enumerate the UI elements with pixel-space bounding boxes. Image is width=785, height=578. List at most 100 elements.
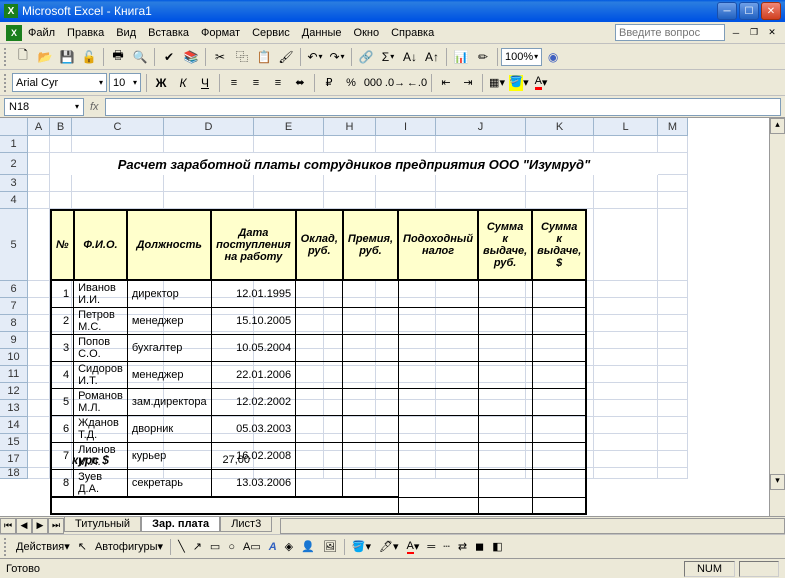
cell[interactable] (436, 136, 526, 153)
toolbar-grip[interactable] (4, 74, 8, 92)
cell[interactable] (72, 175, 164, 192)
row-header[interactable]: 14 (0, 417, 28, 434)
row-header[interactable]: 1 (0, 136, 28, 153)
cell[interactable] (658, 349, 688, 366)
row-header[interactable]: 8 (0, 315, 28, 332)
workbook-icon[interactable]: X (6, 25, 22, 41)
cell[interactable] (658, 451, 688, 468)
cell[interactable] (28, 434, 50, 451)
table-cell[interactable] (478, 362, 532, 389)
table-cell[interactable]: Зуев Д.А. (74, 470, 128, 498)
table-cell[interactable]: Петров М.С. (74, 308, 128, 335)
row-header[interactable]: 11 (0, 366, 28, 383)
tab-last-icon[interactable]: ⏭ (48, 518, 64, 534)
decrease-indent-icon[interactable]: ⇤ (435, 72, 457, 94)
spelling-icon[interactable]: ✔ (158, 46, 180, 68)
cell[interactable] (658, 434, 688, 451)
sheet-tab[interactable]: Зар. плата (141, 517, 220, 532)
diagram-icon[interactable]: ◈ (281, 537, 297, 557)
rectangle-icon[interactable]: ▭ (206, 537, 224, 557)
autosum-icon[interactable]: Σ▾ (377, 46, 399, 68)
table-cell[interactable] (532, 335, 586, 362)
font-color-draw-icon[interactable]: A▾ (403, 537, 424, 557)
table-cell[interactable] (398, 280, 478, 308)
table-cell[interactable] (74, 497, 128, 514)
close-button[interactable]: ✕ (761, 2, 781, 20)
cell[interactable] (28, 175, 50, 192)
format-painter-icon[interactable]: 🖌 (275, 46, 297, 68)
table-cell[interactable] (398, 470, 478, 498)
row-header[interactable]: 3 (0, 175, 28, 192)
bold-button[interactable]: Ж (150, 72, 172, 94)
draw-actions-menu[interactable]: Действия ▾ (12, 537, 74, 557)
col-header[interactable]: E (254, 118, 324, 136)
rate-value[interactable]: 27,00 (164, 451, 254, 468)
horizontal-scrollbar[interactable] (280, 518, 785, 534)
permission-icon[interactable]: 🔓 (78, 46, 100, 68)
autoshapes-menu[interactable]: Автофигуры ▾ (91, 537, 167, 557)
menu-edit[interactable]: Правка (67, 27, 104, 39)
table-cell[interactable]: 05.03.2003 (211, 416, 296, 443)
paste-icon[interactable]: 📋 (253, 46, 275, 68)
table-cell[interactable] (343, 335, 398, 362)
cell[interactable] (50, 175, 72, 192)
cell[interactable] (594, 451, 658, 468)
table-cell[interactable] (296, 416, 343, 443)
row-header[interactable]: 5 (0, 209, 28, 281)
table-cell[interactable] (296, 308, 343, 335)
tab-prev-icon[interactable]: ◀ (16, 518, 32, 534)
table-cell[interactable] (532, 308, 586, 335)
table-cell[interactable] (532, 470, 586, 498)
col-header[interactable]: J (436, 118, 526, 136)
cell[interactable] (50, 136, 72, 153)
fill-color-icon[interactable]: 🪣▾ (348, 537, 375, 557)
cell[interactable] (658, 468, 688, 479)
table-cell[interactable] (398, 389, 478, 416)
clipart-icon[interactable]: 👤 (297, 537, 319, 557)
textbox-icon[interactable]: A▭ (239, 537, 265, 557)
cell[interactable] (164, 175, 254, 192)
cell[interactable] (28, 332, 50, 349)
table-cell[interactable] (478, 280, 532, 308)
research-icon[interactable]: 📚 (180, 46, 202, 68)
cell[interactable] (526, 192, 594, 209)
table-cell[interactable] (398, 497, 478, 514)
row-header[interactable]: 17 (0, 451, 28, 468)
formula-input[interactable] (105, 98, 781, 116)
select-objects-icon[interactable]: ↖ (74, 537, 91, 557)
cell[interactable] (658, 192, 688, 209)
cell[interactable] (594, 192, 658, 209)
fx-button[interactable]: fx (90, 101, 99, 113)
italic-button[interactable]: К (172, 72, 194, 94)
table-cell[interactable] (343, 308, 398, 335)
toolbar-grip[interactable] (4, 48, 8, 66)
wordart-icon[interactable]: A (265, 537, 281, 557)
cell[interactable] (594, 175, 658, 192)
shadow-icon[interactable]: ◼ (471, 537, 488, 557)
table-cell[interactable] (296, 470, 343, 498)
table-cell[interactable] (296, 280, 343, 308)
cell[interactable] (50, 192, 72, 209)
cell[interactable] (658, 153, 688, 175)
cell[interactable] (28, 315, 50, 332)
cell[interactable] (254, 192, 324, 209)
row-header[interactable]: 6 (0, 281, 28, 298)
cell[interactable] (28, 383, 50, 400)
cell[interactable] (594, 136, 658, 153)
cell[interactable] (28, 192, 50, 209)
table-cell[interactable] (478, 389, 532, 416)
increase-decimal-icon[interactable]: .0→ (384, 72, 406, 94)
cell[interactable] (164, 136, 254, 153)
table-cell[interactable] (398, 308, 478, 335)
table-cell[interactable] (532, 362, 586, 389)
col-header[interactable]: D (164, 118, 254, 136)
table-cell[interactable]: 8 (51, 470, 74, 498)
col-header[interactable]: A (28, 118, 50, 136)
col-header[interactable]: M (658, 118, 688, 136)
table-cell[interactable] (478, 443, 532, 470)
table-cell[interactable] (398, 416, 478, 443)
table-cell[interactable]: 7 (51, 443, 74, 470)
table-cell[interactable]: 5 (51, 389, 74, 416)
cell[interactable] (594, 366, 658, 383)
cell[interactable] (28, 298, 50, 315)
